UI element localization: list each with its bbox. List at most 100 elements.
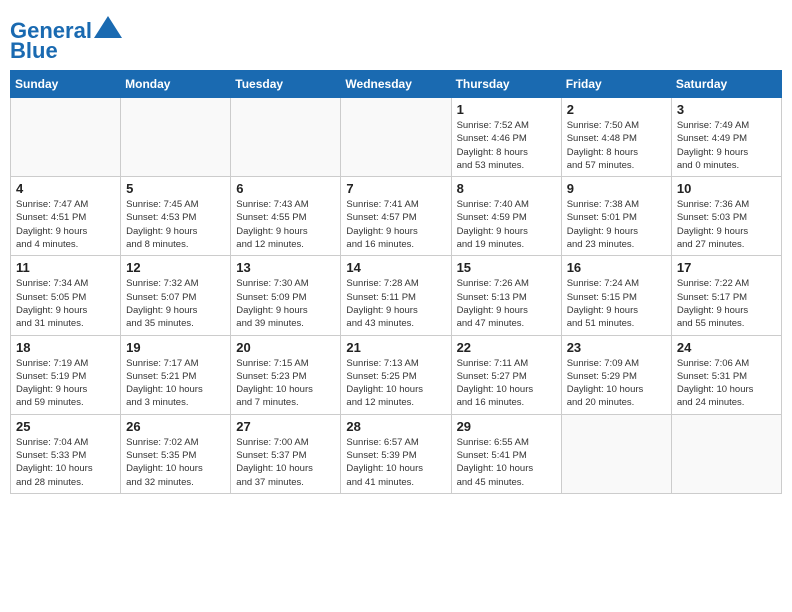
day-number: 9: [567, 181, 666, 196]
header: General Blue: [10, 10, 782, 64]
day-info: Sunrise: 7:45 AM Sunset: 4:53 PM Dayligh…: [126, 198, 225, 251]
calendar-cell: 29 Sunrise: 6:55 AM Sunset: 5:41 PM Dayli…: [451, 414, 561, 493]
day-number: 21: [346, 340, 445, 355]
day-info: Sunrise: 7:43 AM Sunset: 4:55 PM Dayligh…: [236, 198, 335, 251]
calendar-week-row: 11Sunrise: 7:34 AM Sunset: 5:05 PM Dayli…: [11, 256, 782, 335]
calendar-cell: 2Sunrise: 7:50 AM Sunset: 4:48 PM Daylig…: [561, 98, 671, 177]
calendar-cell: 1 Sunrise: 7:52 AM Sunset: 4:46 PM Daylig…: [451, 98, 561, 177]
day-number: 11: [16, 260, 115, 275]
day-info: Sunrise: 7:28 AM Sunset: 5:11 PM Dayligh…: [346, 277, 445, 330]
day-number: 4: [16, 181, 115, 196]
day-number: 7: [346, 181, 445, 196]
day-info: Sunrise: 7:40 AM Sunset: 4:59 PM Dayligh…: [457, 198, 556, 251]
day-number: 8: [457, 181, 556, 196]
calendar-cell: 17 Sunrise: 7:22 AM Sunset: 5:17 PM Dayli…: [671, 256, 781, 335]
calendar-cell: 15 Sunrise: 7:26 AM Sunset: 5:13 PM Dayli…: [451, 256, 561, 335]
calendar-cell: 11Sunrise: 7:34 AM Sunset: 5:05 PM Dayli…: [11, 256, 121, 335]
day-number: 3: [677, 102, 776, 117]
calendar-cell: 3 Sunrise: 7:49 AM Sunset: 4:49 PM Daylig…: [671, 98, 781, 177]
calendar-cell: 8 Sunrise: 7:40 AM Sunset: 4:59 PM Daylig…: [451, 177, 561, 256]
weekday-header: Friday: [561, 71, 671, 98]
day-info: Sunrise: 7:02 AM Sunset: 5:35 PM Dayligh…: [126, 436, 225, 489]
day-info: Sunrise: 7:06 AM Sunset: 5:31 PM Dayligh…: [677, 357, 776, 410]
calendar-cell: 5 Sunrise: 7:45 AM Sunset: 4:53 PM Daylig…: [121, 177, 231, 256]
day-info: Sunrise: 7:32 AM Sunset: 5:07 PM Dayligh…: [126, 277, 225, 330]
calendar-cell: 10Sunrise: 7:36 AM Sunset: 5:03 PM Dayli…: [671, 177, 781, 256]
day-info: Sunrise: 7:13 AM Sunset: 5:25 PM Dayligh…: [346, 357, 445, 410]
day-info: Sunrise: 7:00 AM Sunset: 5:37 PM Dayligh…: [236, 436, 335, 489]
day-info: Sunrise: 7:41 AM Sunset: 4:57 PM Dayligh…: [346, 198, 445, 251]
calendar-cell: 22 Sunrise: 7:11 AM Sunset: 5:27 PM Dayli…: [451, 335, 561, 414]
day-info: Sunrise: 7:24 AM Sunset: 5:15 PM Dayligh…: [567, 277, 666, 330]
day-number: 16: [567, 260, 666, 275]
day-info: Sunrise: 7:30 AM Sunset: 5:09 PM Dayligh…: [236, 277, 335, 330]
weekday-header: Wednesday: [341, 71, 451, 98]
calendar-cell: 12 Sunrise: 7:32 AM Sunset: 5:07 PM Dayli…: [121, 256, 231, 335]
day-number: 12: [126, 260, 225, 275]
calendar-cell: 19 Sunrise: 7:17 AM Sunset: 5:21 PM Dayli…: [121, 335, 231, 414]
calendar-week-row: 4Sunrise: 7:47 AM Sunset: 4:51 PM Daylig…: [11, 177, 782, 256]
weekday-header: Tuesday: [231, 71, 341, 98]
day-number: 14: [346, 260, 445, 275]
calendar-cell: 7 Sunrise: 7:41 AM Sunset: 4:57 PM Daylig…: [341, 177, 451, 256]
calendar-week-row: 25 Sunrise: 7:04 AM Sunset: 5:33 PM Dayli…: [11, 414, 782, 493]
calendar-cell: [231, 98, 341, 177]
day-number: 15: [457, 260, 556, 275]
calendar-week-row: 1 Sunrise: 7:52 AM Sunset: 4:46 PM Daylig…: [11, 98, 782, 177]
weekday-header: Monday: [121, 71, 231, 98]
calendar-cell: 21 Sunrise: 7:13 AM Sunset: 5:25 PM Dayli…: [341, 335, 451, 414]
calendar-cell: 18 Sunrise: 7:19 AM Sunset: 5:19 PM Dayli…: [11, 335, 121, 414]
calendar-cell: 13 Sunrise: 7:30 AM Sunset: 5:09 PM Dayli…: [231, 256, 341, 335]
day-number: 18: [16, 340, 115, 355]
day-info: Sunrise: 7:04 AM Sunset: 5:33 PM Dayligh…: [16, 436, 115, 489]
day-number: 13: [236, 260, 335, 275]
day-number: 19: [126, 340, 225, 355]
day-info: Sunrise: 7:11 AM Sunset: 5:27 PM Dayligh…: [457, 357, 556, 410]
day-number: 6: [236, 181, 335, 196]
day-number: 27: [236, 419, 335, 434]
day-info: Sunrise: 7:38 AM Sunset: 5:01 PM Dayligh…: [567, 198, 666, 251]
calendar-cell: 23 Sunrise: 7:09 AM Sunset: 5:29 PM Dayli…: [561, 335, 671, 414]
day-number: 17: [677, 260, 776, 275]
day-info: Sunrise: 7:26 AM Sunset: 5:13 PM Dayligh…: [457, 277, 556, 330]
day-info: Sunrise: 7:09 AM Sunset: 5:29 PM Dayligh…: [567, 357, 666, 410]
calendar-cell: 9 Sunrise: 7:38 AM Sunset: 5:01 PM Daylig…: [561, 177, 671, 256]
day-info: Sunrise: 6:57 AM Sunset: 5:39 PM Dayligh…: [346, 436, 445, 489]
day-number: 28: [346, 419, 445, 434]
day-info: Sunrise: 7:49 AM Sunset: 4:49 PM Dayligh…: [677, 119, 776, 172]
day-info: Sunrise: 7:52 AM Sunset: 4:46 PM Dayligh…: [457, 119, 556, 172]
day-info: Sunrise: 6:55 AM Sunset: 5:41 PM Dayligh…: [457, 436, 556, 489]
day-number: 25: [16, 419, 115, 434]
calendar-cell: 26 Sunrise: 7:02 AM Sunset: 5:35 PM Dayli…: [121, 414, 231, 493]
logo-icon: [94, 16, 122, 38]
day-number: 22: [457, 340, 556, 355]
calendar-cell: 14 Sunrise: 7:28 AM Sunset: 5:11 PM Dayli…: [341, 256, 451, 335]
calendar-header-row: SundayMondayTuesdayWednesdayThursdayFrid…: [11, 71, 782, 98]
day-number: 29: [457, 419, 556, 434]
logo-blue: Blue: [10, 38, 58, 64]
calendar-table: SundayMondayTuesdayWednesdayThursdayFrid…: [10, 70, 782, 494]
day-info: Sunrise: 7:19 AM Sunset: 5:19 PM Dayligh…: [16, 357, 115, 410]
calendar-week-row: 18 Sunrise: 7:19 AM Sunset: 5:19 PM Dayli…: [11, 335, 782, 414]
day-number: 26: [126, 419, 225, 434]
calendar-cell: [341, 98, 451, 177]
day-info: Sunrise: 7:22 AM Sunset: 5:17 PM Dayligh…: [677, 277, 776, 330]
calendar-cell: 27 Sunrise: 7:00 AM Sunset: 5:37 PM Dayli…: [231, 414, 341, 493]
calendar-cell: [11, 98, 121, 177]
day-number: 5: [126, 181, 225, 196]
weekday-header: Sunday: [11, 71, 121, 98]
calendar-cell: 6 Sunrise: 7:43 AM Sunset: 4:55 PM Daylig…: [231, 177, 341, 256]
logo: General Blue: [10, 18, 122, 64]
day-number: 20: [236, 340, 335, 355]
calendar-cell: [121, 98, 231, 177]
calendar-cell: 25 Sunrise: 7:04 AM Sunset: 5:33 PM Dayli…: [11, 414, 121, 493]
day-info: Sunrise: 7:15 AM Sunset: 5:23 PM Dayligh…: [236, 357, 335, 410]
calendar-cell: [671, 414, 781, 493]
day-number: 24: [677, 340, 776, 355]
day-number: 23: [567, 340, 666, 355]
calendar-cell: 20 Sunrise: 7:15 AM Sunset: 5:23 PM Dayli…: [231, 335, 341, 414]
day-info: Sunrise: 7:17 AM Sunset: 5:21 PM Dayligh…: [126, 357, 225, 410]
calendar-cell: 16 Sunrise: 7:24 AM Sunset: 5:15 PM Dayli…: [561, 256, 671, 335]
day-number: 1: [457, 102, 556, 117]
calendar-cell: 4Sunrise: 7:47 AM Sunset: 4:51 PM Daylig…: [11, 177, 121, 256]
